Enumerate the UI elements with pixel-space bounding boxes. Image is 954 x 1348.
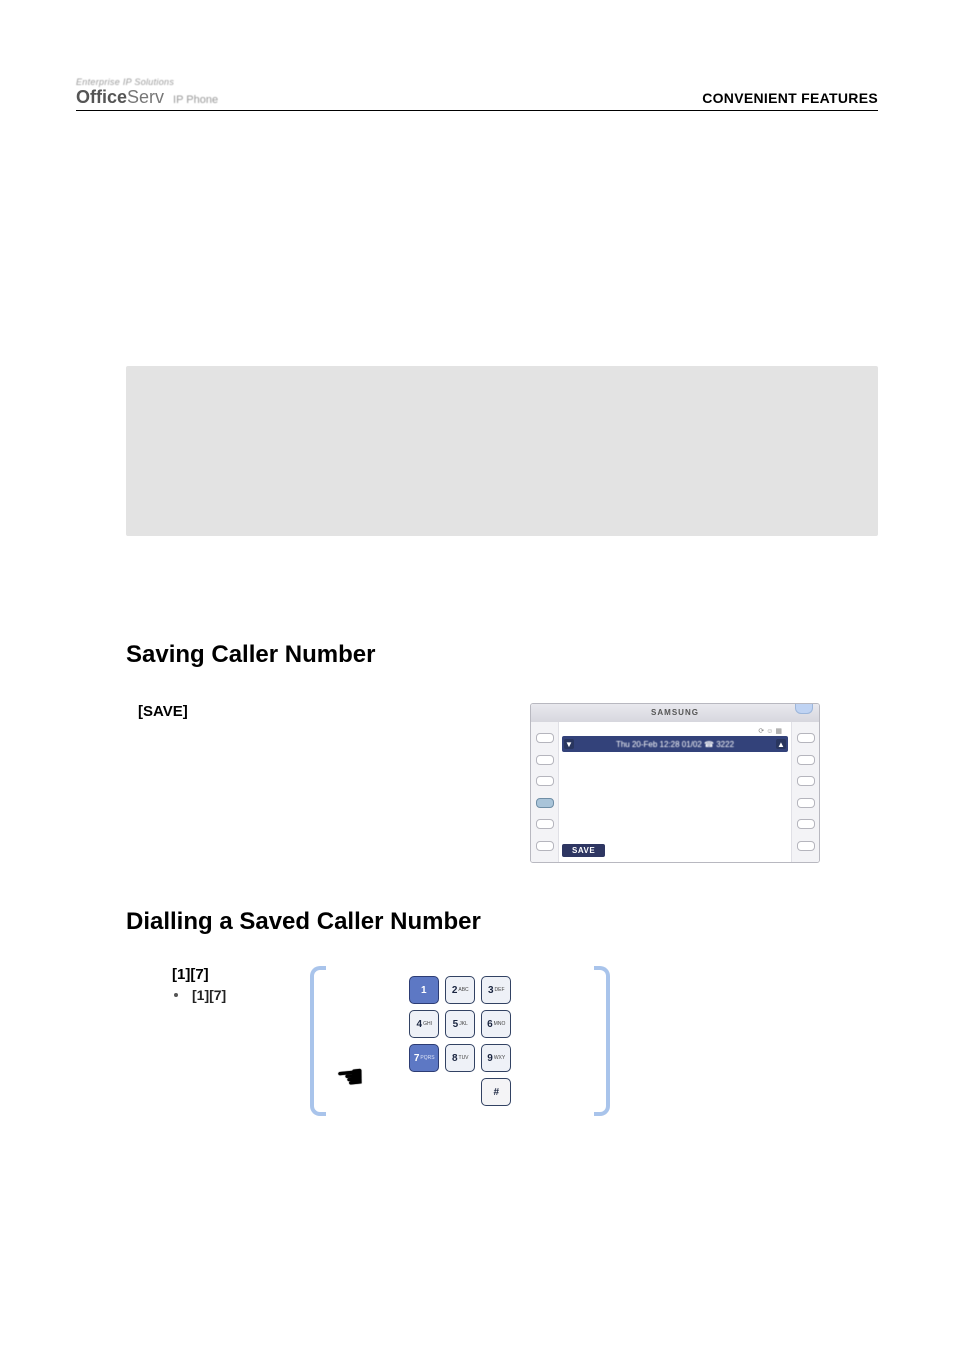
logo-serv: Serv bbox=[127, 87, 164, 107]
phone-notch-icon bbox=[795, 704, 813, 714]
phone-brand-bar: SAMSUNG bbox=[531, 704, 819, 722]
status-icon: ⟳ bbox=[758, 727, 764, 735]
keypad-illustration: 1 2ABC 3DEF 4GHI 5JKL 6MNO 7PQRS 8TUV 9W… bbox=[310, 966, 610, 1116]
key-num: 1 bbox=[421, 985, 427, 996]
key-8: 8TUV bbox=[445, 1044, 475, 1072]
key-hash: # bbox=[481, 1078, 511, 1106]
key-num: 9 bbox=[487, 1053, 493, 1064]
logo-main: OfficeServ IP Phone bbox=[76, 88, 218, 106]
side-button bbox=[797, 733, 815, 743]
side-button bbox=[797, 776, 815, 786]
key-sub: WXY bbox=[494, 1055, 505, 1061]
dial-keys-label: [1][7] bbox=[172, 966, 226, 983]
feature-callout-box bbox=[126, 366, 878, 536]
save-row: [SAVE] SAMSUNG bbox=[126, 703, 878, 863]
status-icon: ☺ bbox=[766, 728, 773, 735]
logo-strong: Office bbox=[76, 87, 127, 107]
left-bracket-icon bbox=[310, 966, 326, 1116]
phone-title-text: Thu 20-Feb 12:28 01/02 ☎ 3222 bbox=[574, 740, 776, 749]
side-button bbox=[797, 841, 815, 851]
hand-pointer-icon: ☚ bbox=[334, 1057, 367, 1098]
phone-body: ⟳ ☺ ▦ ▼ Thu 20-Feb 12:28 01/02 ☎ 3222 ▲ … bbox=[531, 722, 819, 862]
key-sub: TUV bbox=[459, 1055, 469, 1061]
phone-illustration: SAMSUNG bbox=[530, 703, 820, 863]
key-6: 6MNO bbox=[481, 1010, 511, 1038]
key-num: 8 bbox=[452, 1053, 458, 1064]
side-button bbox=[797, 819, 815, 829]
key-sub: ABC bbox=[458, 987, 468, 993]
key-1: 1 bbox=[409, 976, 439, 1004]
key-sub: MNO bbox=[494, 1021, 506, 1027]
arrow-up-icon: ▲ bbox=[776, 739, 786, 749]
side-button bbox=[536, 755, 554, 765]
phone-illustration-container: SAMSUNG bbox=[530, 703, 878, 863]
side-button bbox=[797, 755, 815, 765]
key-num: 6 bbox=[487, 1019, 493, 1030]
key-sub: JKL bbox=[459, 1021, 468, 1027]
key-sub: DEF bbox=[495, 987, 505, 993]
status-icon-row: ⟳ ☺ ▦ bbox=[562, 726, 788, 736]
key-2: 2ABC bbox=[445, 976, 475, 1004]
side-button-active bbox=[536, 798, 554, 808]
side-button bbox=[536, 733, 554, 743]
phone-brand-text: SAMSUNG bbox=[651, 708, 699, 717]
logo-tagline: Enterprise IP Solutions bbox=[76, 78, 218, 87]
side-button bbox=[536, 819, 554, 829]
right-bracket-icon bbox=[594, 966, 610, 1116]
key-num: 5 bbox=[453, 1019, 459, 1030]
key-num: 7 bbox=[414, 1053, 420, 1064]
key-num: 2 bbox=[452, 985, 458, 996]
header-section-title: CONVENIENT FEATURES bbox=[702, 90, 878, 106]
side-button bbox=[536, 776, 554, 786]
key-7: 7PQRS bbox=[409, 1044, 439, 1072]
bullet-dot-icon bbox=[174, 993, 178, 997]
key-4: 4GHI bbox=[409, 1010, 439, 1038]
keypad: 1 2ABC 3DEF 4GHI 5JKL 6MNO 7PQRS 8TUV 9W… bbox=[334, 976, 586, 1106]
heading-saving-caller-number: Saving Caller Number bbox=[126, 641, 878, 669]
right-side-buttons bbox=[791, 722, 819, 862]
status-icon: ▦ bbox=[775, 727, 782, 735]
keys-grid: 1 2ABC 3DEF 4GHI 5JKL 6MNO 7PQRS 8TUV 9W… bbox=[409, 976, 511, 1106]
logo-subtitle: IP Phone bbox=[173, 95, 218, 106]
page: Enterprise IP Solutions OfficeServ IP Ph… bbox=[0, 0, 954, 1348]
dial-instructions: [1][7] [1][7] bbox=[126, 966, 226, 1003]
key-sub: GHI bbox=[423, 1021, 432, 1027]
heading-dialling-saved-number: Dialling a Saved Caller Number bbox=[126, 908, 878, 936]
dial-substep: [1][7] bbox=[174, 987, 226, 1003]
section-dialling-saved-number: Dialling a Saved Caller Number [1][7] [1… bbox=[126, 908, 878, 1116]
phone-screen: ⟳ ☺ ▦ ▼ Thu 20-Feb 12:28 01/02 ☎ 3222 ▲ … bbox=[559, 722, 791, 862]
logo-block: Enterprise IP Solutions OfficeServ IP Ph… bbox=[76, 78, 218, 106]
key-num: # bbox=[493, 1087, 499, 1098]
key-5: 5JKL bbox=[445, 1010, 475, 1038]
side-button bbox=[536, 841, 554, 851]
dial-row: [1][7] [1][7] 1 2ABC 3DEF 4GHI 5JKL 6MNO bbox=[126, 966, 878, 1116]
dial-substep-text: [1][7] bbox=[192, 987, 226, 1003]
key-3: 3DEF bbox=[481, 976, 511, 1004]
softkey-row: SAVE bbox=[562, 844, 788, 857]
softkey-save: SAVE bbox=[562, 844, 605, 857]
arrow-down-icon: ▼ bbox=[564, 739, 574, 749]
key-num: 3 bbox=[488, 985, 494, 996]
save-softkey-label: [SAVE] bbox=[126, 703, 506, 720]
key-num: 4 bbox=[417, 1019, 423, 1030]
section-saving-caller-number: Saving Caller Number [SAVE] SAMSUNG bbox=[126, 641, 878, 863]
key-sub: PQRS bbox=[420, 1055, 434, 1061]
phone-title-bar: ▼ Thu 20-Feb 12:28 01/02 ☎ 3222 ▲ bbox=[562, 736, 788, 752]
key-9: 9WXY bbox=[481, 1044, 511, 1072]
left-side-buttons bbox=[531, 722, 559, 862]
page-header: Enterprise IP Solutions OfficeServ IP Ph… bbox=[76, 78, 878, 111]
side-button bbox=[797, 798, 815, 808]
